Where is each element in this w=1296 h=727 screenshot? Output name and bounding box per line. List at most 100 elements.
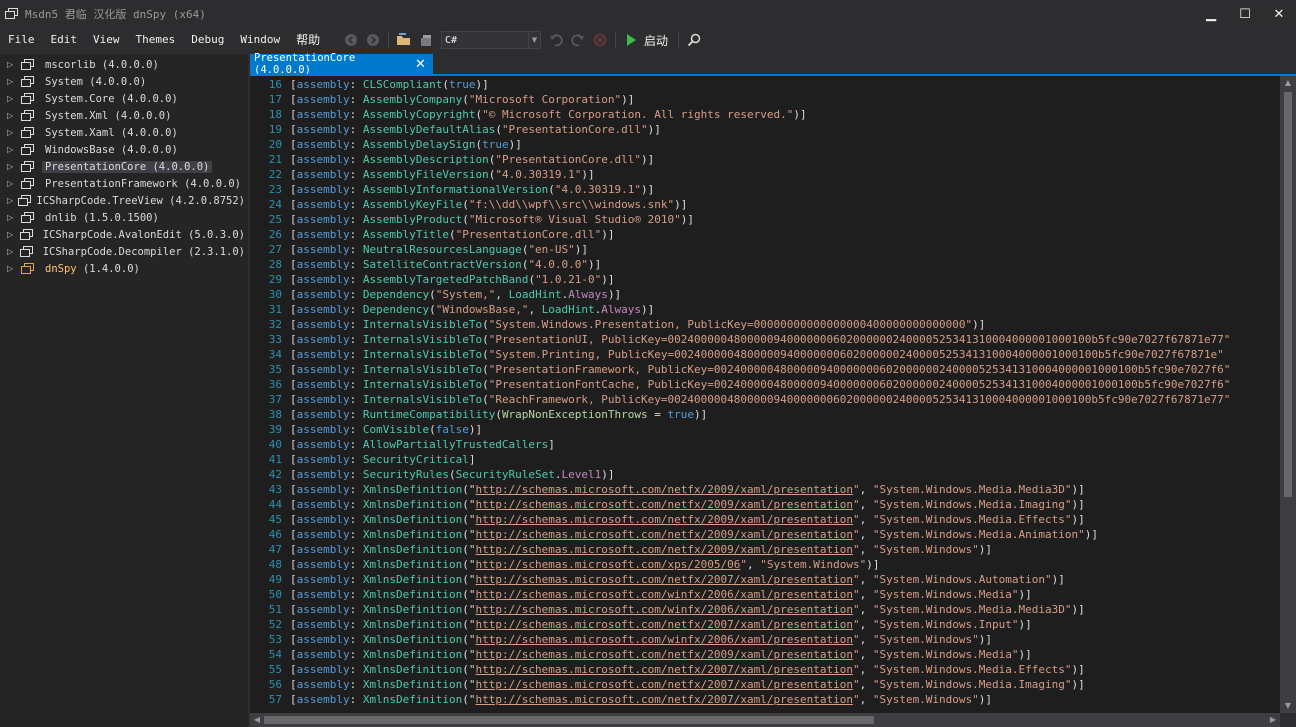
tree-item[interactable]: ▷ System.Xml (4.0.0.0) [0,107,248,124]
expand-arrow-icon[interactable]: ▷ [7,196,13,205]
tree-item[interactable]: ▷ ICSharpCode.TreeView (4.2.0.8752) [0,192,248,209]
tree-item[interactable]: ▷ System (4.0.0.0) [0,73,248,90]
start-debug-label[interactable]: 启动 [644,32,668,49]
code-token[interactable]: AssemblyDefaultAlias [363,123,495,136]
code-token[interactable]: http://schemas.microsoft.com/netfx/2009/… [475,528,853,541]
code-token[interactable]: LoadHint [542,303,595,316]
code-token[interactable]: http://schemas.microsoft.com/netfx/2007/… [475,678,853,691]
code-token[interactable]: ComVisible [363,423,429,436]
code-token[interactable]: InternalsVisibleTo [363,348,482,361]
tree-item[interactable]: ▷ ICSharpCode.Decompiler (2.3.1.0) [0,243,248,260]
close-button[interactable]: ✕ [1262,0,1296,28]
code-token[interactable]: XmlnsDefinition [363,573,462,586]
code-token[interactable]: http://schemas.microsoft.com/netfx/2007/… [475,573,853,586]
code-token[interactable]: http://schemas.microsoft.com/netfx/2007/… [475,618,853,631]
expand-arrow-icon[interactable]: ▷ [7,264,16,273]
code-token[interactable]: XmlnsDefinition [363,618,462,631]
code-token[interactable]: CLSCompliant [363,78,442,91]
code-token[interactable]: XmlnsDefinition [363,693,462,706]
code-token[interactable]: SatelliteContractVersion [363,258,522,271]
code-token[interactable]: Always [601,303,641,316]
menu-window[interactable]: Window [232,29,288,51]
code-token[interactable]: XmlnsDefinition [363,648,462,661]
menu-themes[interactable]: Themes [128,29,184,51]
code-token[interactable]: http://schemas.microsoft.com/netfx/2009/… [475,513,853,526]
code-token[interactable]: SecurityCritical [363,453,469,466]
code-token[interactable]: XmlnsDefinition [363,633,462,646]
code-token[interactable]: SecurityRules [363,468,449,481]
code-token[interactable]: InternalsVisibleTo [363,333,482,346]
code-token[interactable]: http://schemas.microsoft.com/netfx/2007/… [475,663,853,676]
menu-help[interactable]: 帮助 [288,29,328,51]
attach-process-button[interactable] [589,29,611,51]
code-token[interactable]: InternalsVisibleTo [363,363,482,376]
back-button[interactable] [340,29,362,51]
start-debug-button[interactable] [620,29,642,51]
chevron-down-icon[interactable]: ▼ [528,32,540,48]
redo-button[interactable] [567,29,589,51]
expand-arrow-icon[interactable]: ▷ [7,247,15,256]
code-token[interactable]: AllowPartiallyTrustedCallers [363,438,548,451]
scroll-down-icon[interactable]: ▼ [1280,699,1296,713]
tree-item[interactable]: ▷ PresentationFramework (4.0.0.0) [0,175,248,192]
code-token[interactable]: XmlnsDefinition [363,663,462,676]
code-token[interactable]: InternalsVisibleTo [363,393,482,406]
code-token[interactable]: AssemblyCompany [363,93,462,106]
code-token[interactable]: Dependency [363,303,429,316]
expand-arrow-icon[interactable]: ▷ [7,77,16,86]
tree-item[interactable]: ▷ PresentationCore (4.0.0.0) [0,158,248,175]
code-token[interactable]: XmlnsDefinition [363,513,462,526]
expand-arrow-icon[interactable]: ▷ [7,162,16,171]
expand-arrow-icon[interactable]: ▷ [7,213,16,222]
code-token[interactable]: http://schemas.microsoft.com/winfx/2006/… [475,633,853,646]
code-token[interactable]: http://schemas.microsoft.com/netfx/2009/… [475,648,853,661]
code-token[interactable]: http://schemas.microsoft.com/winfx/2006/… [475,588,853,601]
tree-item[interactable]: ▷ System.Xaml (4.0.0.0) [0,124,248,141]
code-token[interactable]: AssemblyFileVersion [363,168,489,181]
code-token[interactable]: XmlnsDefinition [363,558,462,571]
tree-item[interactable]: ▷ dnlib (1.5.0.1500) [0,209,248,226]
code-token[interactable]: XmlnsDefinition [363,678,462,691]
maximize-button[interactable]: ☐ [1228,0,1262,28]
code-token[interactable]: Level1 [562,468,602,481]
code-token[interactable]: RuntimeCompatibility [363,408,495,421]
code-token[interactable]: http://schemas.microsoft.com/netfx/2009/… [475,483,853,496]
expand-arrow-icon[interactable]: ▷ [7,179,16,188]
code-token[interactable]: AssemblyKeyFile [363,198,462,211]
tree-item[interactable]: ▷ dnSpy (1.4.0.0) [0,260,248,277]
tree-item[interactable]: ▷ System.Core (4.0.0.0) [0,90,248,107]
code-token[interactable]: XmlnsDefinition [363,603,462,616]
code-token[interactable]: AssemblyDelaySign [363,138,476,151]
expand-arrow-icon[interactable]: ▷ [7,111,16,120]
tree-item[interactable]: ▷ mscorlib (4.0.0.0) [0,56,248,73]
expand-arrow-icon[interactable]: ▷ [7,94,16,103]
menu-debug[interactable]: Debug [183,29,232,51]
code-token[interactable]: InternalsVisibleTo [363,318,482,331]
expand-arrow-icon[interactable]: ▷ [7,60,16,69]
undo-button[interactable] [545,29,567,51]
code-token[interactable]: Dependency [363,288,429,301]
scroll-right-icon[interactable]: ▶ [1266,713,1280,727]
expand-arrow-icon[interactable]: ▷ [7,230,15,239]
code-token[interactable]: AssemblyProduct [363,213,462,226]
code-token[interactable]: NeutralResourcesLanguage [363,243,522,256]
code-token[interactable]: http://schemas.microsoft.com/netfx/2009/… [475,498,853,511]
code-token[interactable]: XmlnsDefinition [363,483,462,496]
expand-arrow-icon[interactable]: ▷ [7,145,16,154]
code-token[interactable]: AssemblyDescription [363,153,489,166]
expand-arrow-icon[interactable]: ▷ [7,128,16,137]
menu-view[interactable]: View [85,29,128,51]
code-token[interactable]: XmlnsDefinition [363,588,462,601]
close-icon[interactable]: ✕ [415,57,429,72]
language-select[interactable]: C# ▼ [441,31,541,49]
search-button[interactable] [683,29,705,51]
menu-file[interactable]: File [0,29,43,51]
code-token[interactable]: http://schemas.microsoft.com/netfx/2007/… [475,693,853,706]
code-token[interactable]: XmlnsDefinition [363,498,462,511]
code-token[interactable]: http://schemas.microsoft.com/xps/2005/06 [475,558,740,571]
horizontal-scrollbar[interactable]: ◀ ▶ [250,713,1280,727]
code-token[interactable]: InternalsVisibleTo [363,378,482,391]
scroll-left-icon[interactable]: ◀ [250,713,264,727]
code-token[interactable]: http://schemas.microsoft.com/netfx/2009/… [475,543,853,556]
horizontal-scroll-thumb[interactable] [264,716,874,724]
